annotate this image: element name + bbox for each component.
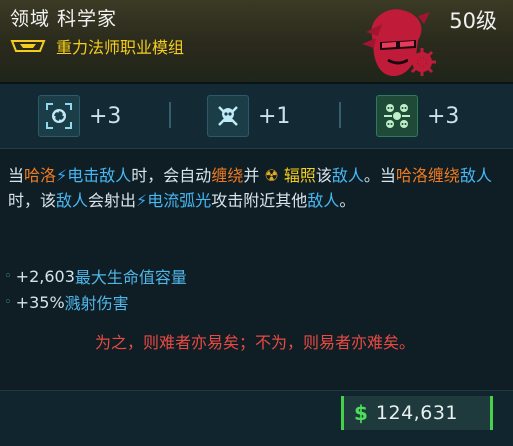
character-portrait-icon — [362, 9, 436, 76]
shock-element-icon: ⚡ — [136, 191, 148, 210]
skill-cell-1-value: +3 — [89, 103, 122, 129]
cell-divider — [169, 102, 171, 128]
keyword-enemy: 敌人 — [459, 166, 492, 185]
price-tag: $ 124,631 — [341, 396, 493, 430]
stat-row: ◦ +35% 溅射伤害 — [4, 289, 509, 315]
subtitle-row: 重力法师职业模组 — [10, 35, 184, 57]
item-title: 领域 科学家 — [10, 8, 118, 30]
stat-bullet-icon: ◦ — [4, 294, 12, 310]
skill-cell-3-value: +3 — [427, 103, 460, 129]
skull-cluster-icon — [384, 104, 410, 128]
radiation-element-icon: ☢ — [259, 166, 284, 185]
shock-element-icon: ⚡ — [56, 166, 68, 185]
stat-name: 溅射伤害 — [64, 294, 129, 313]
keyword-radiate: 辐照 — [283, 166, 316, 185]
item-description: 当哈洛⚡电击敌人时，会自动缠绕并 ☢ 辐照该敌人。当哈洛缠绕敌人时，该敌人会射出… — [8, 166, 492, 210]
stat-value: +2,603 — [15, 266, 75, 286]
class-mod-chevron-icon — [10, 40, 46, 52]
keyword-enemy: 敌人 — [307, 191, 340, 210]
stat-bullet-icon: ◦ — [4, 268, 12, 284]
skull-crossbones-icon — [218, 106, 238, 126]
skill-cell-1[interactable]: +3 — [38, 94, 121, 138]
target-vortex-icon — [46, 103, 72, 129]
item-header: 领域 科学家 50级 重力法师职业模组 — [0, 0, 513, 84]
keyword-shock: 电击 — [67, 166, 100, 185]
skill-cells-bar: +3 +1 +3 — [0, 84, 513, 149]
flavor-text: 为之，则难者亦易矣；不为，则易者亦难矣。 — [94, 333, 415, 352]
stat-row: ◦ +2,603 最大生命值容量 — [4, 263, 509, 289]
item-subtitle: 重力法师职业模组 — [56, 38, 185, 57]
skill-cell-2[interactable]: +1 — [207, 94, 290, 138]
currency-dollar-icon: $ — [354, 401, 368, 425]
item-price: 124,631 — [375, 402, 458, 424]
item-level: 50级 — [449, 9, 497, 33]
keyword-harlowe-entangle: 哈洛缠绕 — [395, 166, 460, 185]
stat-name: 最大生命值容量 — [74, 268, 187, 287]
keyword-enemy: 敌人 — [99, 166, 132, 185]
keyword-entangle: 缠绕 — [211, 166, 244, 185]
cell-divider — [339, 102, 341, 128]
skill-cell-3[interactable]: +3 — [376, 94, 459, 138]
stat-value: +35% — [15, 292, 65, 312]
keyword-electric-arc: 电流弧光 — [147, 191, 212, 210]
stat-list: ◦ +2,603 最大生命值容量 ◦ +35% 溅射伤害 — [4, 263, 509, 315]
keyword-harlowe: 哈洛 — [24, 166, 57, 185]
keyword-enemy: 敌人 — [56, 191, 89, 210]
skill-cell-2-value: +1 — [258, 103, 291, 129]
keyword-enemy: 敌人 — [331, 166, 364, 185]
